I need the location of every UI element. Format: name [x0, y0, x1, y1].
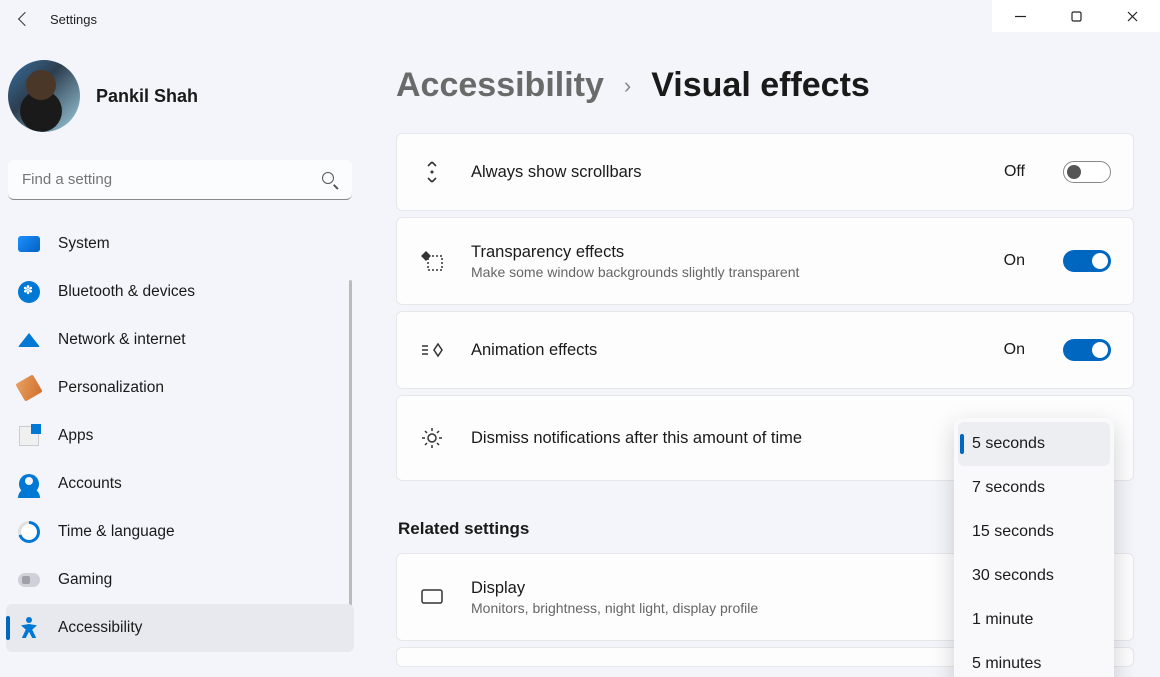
- transparency-icon: [419, 248, 445, 274]
- maximize-button[interactable]: [1048, 0, 1104, 32]
- dropdown-option[interactable]: 30 seconds: [958, 554, 1110, 598]
- back-button[interactable]: [14, 10, 32, 28]
- setting-animation[interactable]: Animation effects On: [396, 311, 1134, 389]
- sidebar-item-accessibility[interactable]: Accessibility: [6, 604, 354, 652]
- brush-icon: [18, 377, 40, 399]
- dropdown-option[interactable]: 5 seconds: [958, 422, 1110, 466]
- search-icon: [322, 172, 338, 188]
- sidebar: Pankil Shah System Bluetooth & devices N…: [0, 40, 360, 677]
- sidebar-item-label: Gaming: [58, 571, 112, 589]
- nav-list: System Bluetooth & devices Network & int…: [6, 220, 354, 652]
- search-input[interactable]: [8, 160, 352, 200]
- search-field[interactable]: [8, 160, 352, 200]
- title-bar: Settings: [0, 0, 1160, 40]
- profile-block[interactable]: Pankil Shah: [6, 50, 354, 160]
- sidebar-item-personalization[interactable]: Personalization: [6, 364, 354, 412]
- gamepad-icon: [18, 569, 40, 591]
- sidebar-item-label: Network & internet: [58, 331, 186, 349]
- main-content: Accessibility › Visual effects Always sh…: [360, 40, 1160, 677]
- accessibility-icon: [18, 617, 40, 639]
- sidebar-item-label: Accounts: [58, 475, 122, 493]
- toggle-state: On: [1004, 252, 1025, 270]
- sidebar-item-label: Apps: [58, 427, 93, 445]
- scrollbar-icon: [419, 159, 445, 185]
- dropdown-option[interactable]: 1 minute: [958, 598, 1110, 642]
- toggle-animation[interactable]: [1063, 339, 1111, 361]
- animation-icon: [419, 337, 445, 363]
- display-icon: [419, 584, 445, 610]
- sidebar-item-label: Time & language: [58, 523, 175, 541]
- sidebar-item-bluetooth[interactable]: Bluetooth & devices: [6, 268, 354, 316]
- toggle-state: Off: [1004, 163, 1025, 181]
- setting-title: Animation effects: [471, 341, 978, 360]
- setting-title: Transparency effects: [471, 243, 978, 262]
- setting-title: Always show scrollbars: [471, 163, 978, 182]
- toggle-state: On: [1004, 341, 1025, 359]
- bluetooth-icon: [18, 281, 40, 303]
- sidebar-item-gaming[interactable]: Gaming: [6, 556, 354, 604]
- sidebar-item-label: Personalization: [58, 379, 164, 397]
- dismiss-time-dropdown: 5 seconds 7 seconds 15 seconds 30 second…: [954, 418, 1114, 677]
- sidebar-item-network[interactable]: Network & internet: [6, 316, 354, 364]
- sidebar-item-label: System: [58, 235, 110, 253]
- setting-scrollbars[interactable]: Always show scrollbars Off: [396, 133, 1134, 211]
- clock-icon: [18, 521, 40, 543]
- sidebar-item-system[interactable]: System: [6, 220, 354, 268]
- brightness-icon: [419, 425, 445, 451]
- scrollbar[interactable]: [349, 280, 352, 640]
- profile-name: Pankil Shah: [96, 86, 198, 107]
- sidebar-item-time[interactable]: Time & language: [6, 508, 354, 556]
- breadcrumb: Accessibility › Visual effects: [396, 66, 1134, 105]
- sidebar-item-apps[interactable]: Apps: [6, 412, 354, 460]
- apps-icon: [18, 425, 40, 447]
- page-title: Visual effects: [651, 66, 870, 105]
- system-icon: [18, 233, 40, 255]
- wifi-icon: [18, 329, 40, 351]
- close-button[interactable]: [1104, 0, 1160, 32]
- breadcrumb-parent[interactable]: Accessibility: [396, 66, 604, 105]
- sidebar-item-label: Accessibility: [58, 619, 142, 637]
- window-title: Settings: [50, 12, 97, 27]
- toggle-transparency[interactable]: [1063, 250, 1111, 272]
- dropdown-option[interactable]: 7 seconds: [958, 466, 1110, 510]
- minimize-button[interactable]: [992, 0, 1048, 32]
- accounts-icon: [18, 473, 40, 495]
- chevron-right-icon: ›: [624, 73, 631, 99]
- sidebar-item-accounts[interactable]: Accounts: [6, 460, 354, 508]
- dropdown-option[interactable]: 15 seconds: [958, 510, 1110, 554]
- dropdown-option[interactable]: 5 minutes: [958, 642, 1110, 677]
- setting-subtitle: Make some window backgrounds slightly tr…: [471, 264, 978, 280]
- toggle-scrollbars[interactable]: [1063, 161, 1111, 183]
- setting-transparency[interactable]: Transparency effects Make some window ba…: [396, 217, 1134, 305]
- avatar: [8, 60, 80, 132]
- sidebar-item-label: Bluetooth & devices: [58, 283, 195, 301]
